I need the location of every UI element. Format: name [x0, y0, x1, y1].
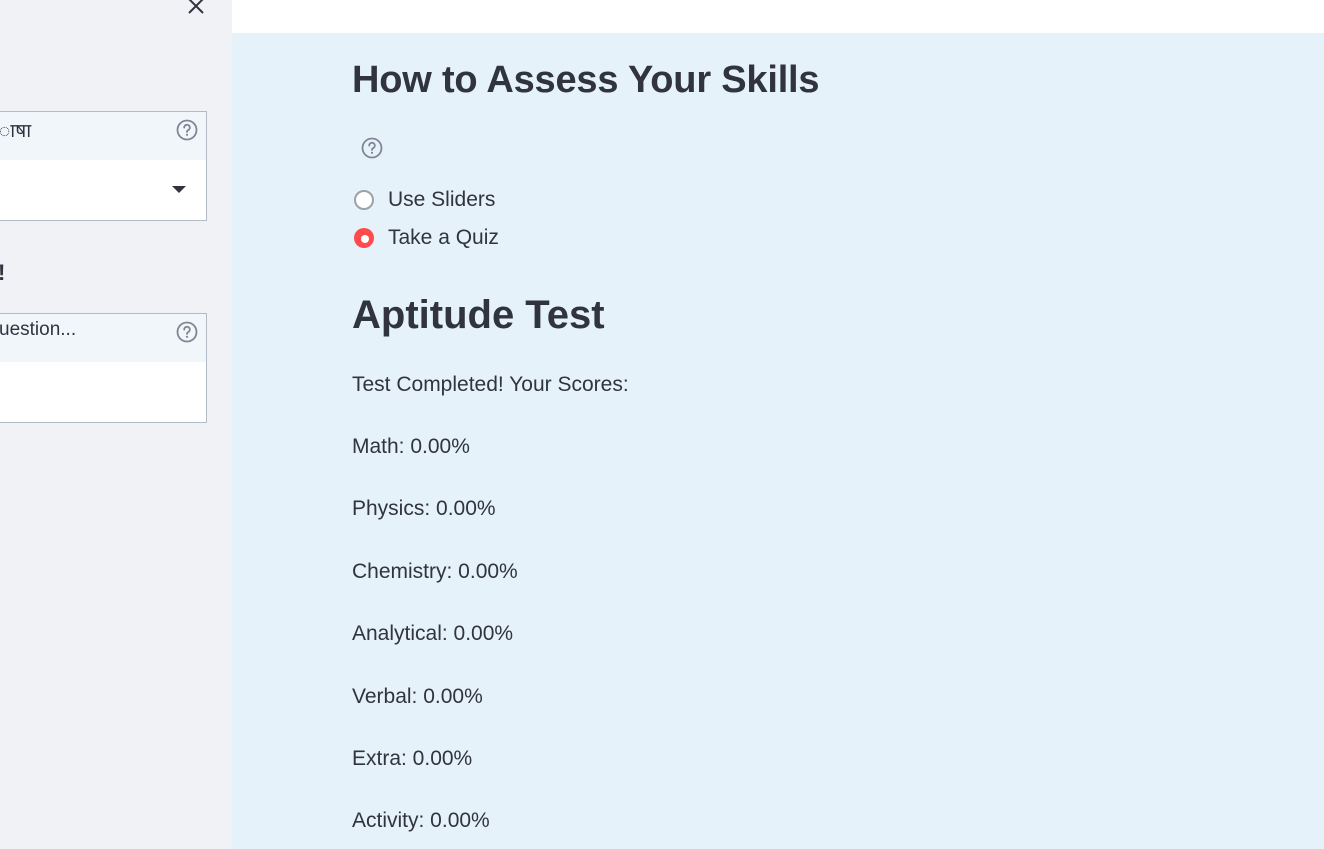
help-icon[interactable]: [361, 137, 383, 159]
question-input-header: uestion...: [0, 314, 206, 362]
main-content: How to Assess Your Skills Use Sliders Ta…: [232, 33, 1324, 849]
question-input[interactable]: uestion...: [0, 313, 207, 423]
caret-down-icon: [172, 186, 186, 193]
close-icon: [188, 0, 204, 14]
radio-button-checked[interactable]: [354, 228, 374, 248]
score-analytical: Analytical: 0.00%: [352, 622, 514, 645]
score-chemistry: Chemistry: 0.00%: [352, 560, 518, 583]
test-completed-text: Test Completed! Your Scores:: [352, 373, 629, 396]
score-extra: Extra: 0.00%: [352, 747, 473, 770]
help-icon[interactable]: [176, 321, 198, 343]
test-title: Aptitude Test: [352, 293, 605, 337]
score-verbal: Verbal: 0.00%: [352, 685, 483, 708]
language-select-label: ाषा: [0, 121, 32, 142]
question-input-label: uestion...: [0, 319, 77, 340]
score-physics: Physics: 0.00%: [352, 497, 496, 520]
radio-label: Use Sliders: [388, 188, 496, 211]
sidebar-heading: !: [0, 260, 5, 286]
radio-button-unchecked[interactable]: [354, 190, 374, 210]
radio-label: Take a Quiz: [388, 226, 499, 249]
help-icon[interactable]: [176, 119, 198, 141]
score-math: Math: 0.00%: [352, 435, 470, 458]
sidebar: ाषा ! uestion...: [0, 0, 232, 849]
language-select[interactable]: ाषा: [0, 111, 207, 221]
radio-use-sliders[interactable]: Use Sliders: [354, 186, 495, 214]
score-activity: Activity: 0.00%: [352, 809, 490, 832]
top-header: [232, 0, 1324, 33]
assess-title: How to Assess Your Skills: [352, 59, 820, 101]
language-select-value[interactable]: [0, 160, 206, 220]
radio-take-quiz[interactable]: Take a Quiz: [354, 224, 499, 252]
app-root: ाषा ! uestion...: [0, 0, 1324, 849]
question-input-field[interactable]: [0, 362, 206, 422]
close-sidebar-button[interactable]: [184, 0, 208, 18]
language-select-header: ाषा: [0, 112, 206, 160]
